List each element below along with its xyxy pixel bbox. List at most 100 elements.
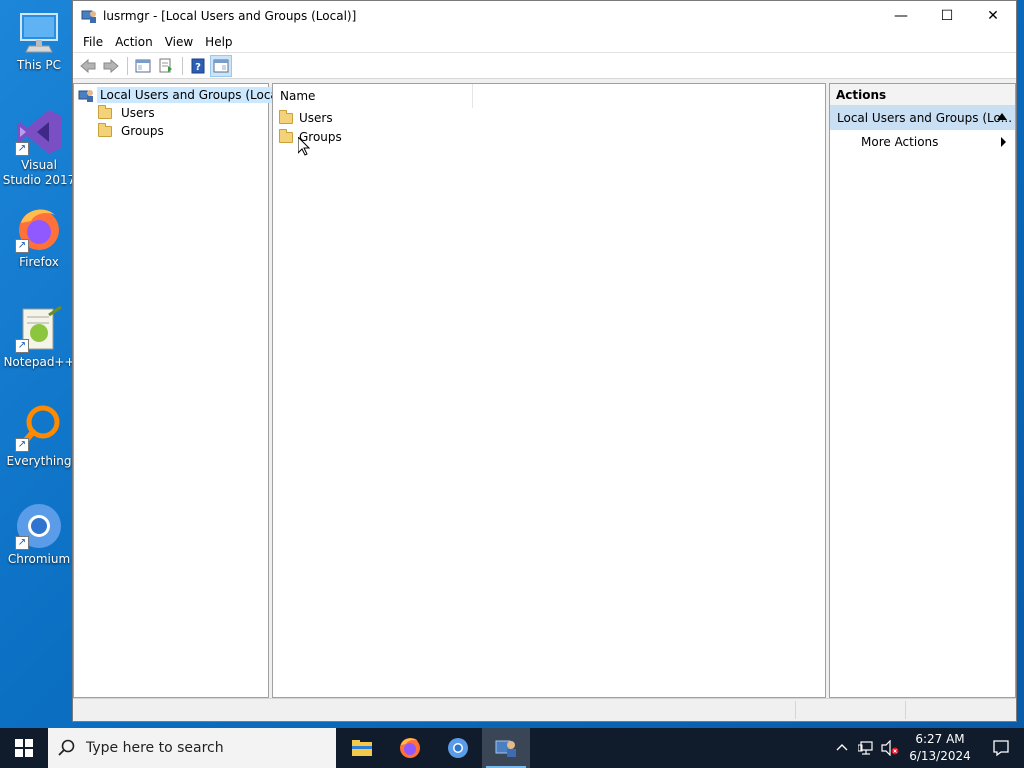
shortcut-arrow-icon: ↗ bbox=[15, 438, 29, 452]
action-more-actions[interactable]: More Actions bbox=[830, 130, 1015, 154]
minimize-button[interactable]: — bbox=[878, 1, 924, 31]
toolbar-separator bbox=[127, 56, 128, 75]
menu-action[interactable]: Action bbox=[109, 31, 159, 53]
menu-file[interactable]: File bbox=[77, 31, 109, 53]
show-hide-action-pane-button[interactable] bbox=[210, 54, 232, 77]
toolbar: ? bbox=[73, 53, 1016, 79]
toolbar-separator bbox=[182, 56, 183, 75]
tree-item-label: Groups bbox=[121, 124, 164, 138]
desktop-icon-label: Notepad++ bbox=[3, 355, 75, 369]
taskbar: Type here to search 6:27 AM 6/13/2024 bbox=[0, 728, 1024, 768]
folder-icon bbox=[279, 128, 293, 143]
taskbar-chromium[interactable] bbox=[434, 728, 482, 768]
taskbar-firefox[interactable] bbox=[386, 728, 434, 768]
help-icon: ? bbox=[191, 58, 205, 73]
collapse-triangle-icon[interactable] bbox=[997, 113, 1007, 120]
maximize-button[interactable]: ☐ bbox=[924, 1, 970, 31]
close-button[interactable]: ✕ bbox=[970, 1, 1016, 31]
folder-icon bbox=[279, 109, 293, 124]
taskbar-search-box[interactable]: Type here to search bbox=[48, 728, 336, 768]
show-hide-console-tree-button[interactable] bbox=[132, 55, 154, 77]
network-icon bbox=[858, 741, 873, 755]
mouse-cursor-icon bbox=[298, 137, 310, 156]
help-button[interactable]: ? bbox=[187, 55, 209, 77]
forward-button[interactable] bbox=[100, 55, 122, 77]
desktop-icon-visual-studio[interactable]: ↗ Visual Studio 2017 bbox=[2, 108, 76, 188]
status-bar bbox=[73, 698, 1016, 721]
menu-view[interactable]: View bbox=[159, 31, 199, 53]
shortcut-arrow-icon: ↗ bbox=[15, 239, 29, 253]
taskbar-clock[interactable]: 6:27 AM 6/13/2024 bbox=[902, 731, 978, 765]
notification-icon bbox=[993, 740, 1009, 757]
actions-header: Actions bbox=[830, 84, 1015, 106]
tree-item-groups[interactable]: Groups bbox=[98, 122, 167, 140]
everything-search-icon: ↗ bbox=[15, 404, 63, 452]
file-explorer-icon bbox=[352, 740, 372, 756]
list-item-label: Users bbox=[299, 111, 333, 125]
list-header: Name bbox=[273, 83, 825, 108]
result-list-pane: Name Users Groups bbox=[272, 83, 826, 698]
lusrmgr-window: lusrmgr - [Local Users and Groups (Local… bbox=[72, 0, 1017, 722]
window-title: lusrmgr - [Local Users and Groups (Local… bbox=[103, 9, 357, 23]
volume-button[interactable] bbox=[878, 728, 902, 768]
status-bar-divider bbox=[905, 701, 906, 719]
desktop-icon-label: Chromium bbox=[7, 552, 71, 566]
chevron-up-icon bbox=[836, 744, 848, 751]
clock-time: 6:27 AM bbox=[915, 732, 965, 746]
export-list-button[interactable] bbox=[155, 55, 177, 77]
submenu-arrow-icon bbox=[1001, 137, 1006, 147]
tree-item-label: Users bbox=[121, 106, 155, 120]
export-list-icon bbox=[159, 58, 172, 72]
list-item-users[interactable]: Users bbox=[279, 109, 333, 127]
desktop-icon-chromium[interactable]: ↗ Chromium bbox=[2, 502, 76, 567]
desktop-icon-notepad-plus-plus[interactable]: ↗ Notepad++ bbox=[2, 305, 76, 370]
shortcut-arrow-icon: ↗ bbox=[15, 339, 29, 353]
computer-icon bbox=[15, 8, 63, 56]
start-button[interactable] bbox=[0, 728, 48, 768]
search-placeholder: Type here to search bbox=[86, 740, 224, 756]
lusrmgr-app-icon bbox=[81, 10, 96, 23]
notepad-plus-plus-icon: ↗ bbox=[15, 305, 63, 353]
show-hidden-icons-button[interactable] bbox=[830, 728, 854, 768]
firefox-icon bbox=[400, 738, 420, 758]
folder-icon bbox=[98, 104, 112, 119]
desktop-icon-this-pc[interactable]: This PC bbox=[2, 8, 76, 73]
desktop-icon-label: Visual Studio 2017 bbox=[2, 158, 76, 187]
action-label: More Actions bbox=[861, 135, 939, 149]
desktop-icon-label: This PC bbox=[17, 58, 61, 72]
clock-date: 6/13/2024 bbox=[909, 749, 971, 763]
menu-help[interactable]: Help bbox=[199, 31, 238, 53]
menu-bar: File Action View Help bbox=[73, 31, 1016, 53]
back-arrow-icon bbox=[80, 58, 96, 73]
local-users-groups-icon bbox=[78, 90, 93, 102]
windows-logo-icon bbox=[15, 739, 33, 757]
taskbar-file-explorer[interactable] bbox=[338, 728, 386, 768]
desktop-icon-label: Firefox bbox=[19, 255, 59, 269]
console-content: Local Users and Groups (Local) Users Gro… bbox=[73, 83, 1016, 698]
actions-pane: Actions Local Users and Groups (Lo... Mo… bbox=[829, 83, 1016, 698]
shortcut-arrow-icon: ↗ bbox=[15, 142, 29, 156]
desktop-icon-everything[interactable]: ↗ Everything bbox=[2, 404, 76, 469]
column-header-name[interactable]: Name bbox=[273, 83, 473, 108]
chromium-icon: ↗ bbox=[15, 502, 63, 550]
shortcut-arrow-icon: ↗ bbox=[15, 536, 29, 550]
back-button[interactable] bbox=[77, 55, 99, 77]
desktop-icon-firefox[interactable]: ↗ Firefox bbox=[2, 205, 76, 270]
search-icon bbox=[58, 739, 75, 756]
volume-muted-icon bbox=[881, 740, 899, 756]
svg-text:?: ? bbox=[195, 62, 201, 73]
actions-group-local-users-groups[interactable]: Local Users and Groups (Lo... bbox=[830, 106, 1015, 130]
desktop-icon-label: Everything bbox=[6, 454, 72, 468]
action-center-button[interactable] bbox=[978, 728, 1024, 768]
tree-item-users[interactable]: Users bbox=[98, 104, 158, 122]
taskbar-lusrmgr[interactable] bbox=[482, 728, 530, 768]
actions-group-label: Local Users and Groups (Lo... bbox=[837, 111, 1013, 125]
tree-item-root[interactable]: Local Users and Groups (Local) bbox=[78, 86, 289, 104]
lusrmgr-icon bbox=[495, 740, 516, 757]
title-bar[interactable]: lusrmgr - [Local Users and Groups (Local… bbox=[73, 1, 1016, 31]
network-status-button[interactable] bbox=[854, 728, 878, 768]
console-tree-pane: Local Users and Groups (Local) Users Gro… bbox=[73, 83, 289, 698]
status-bar-divider bbox=[795, 701, 796, 719]
list-item-groups[interactable]: Groups bbox=[279, 128, 342, 146]
system-tray: 6:27 AM 6/13/2024 bbox=[830, 728, 1024, 768]
